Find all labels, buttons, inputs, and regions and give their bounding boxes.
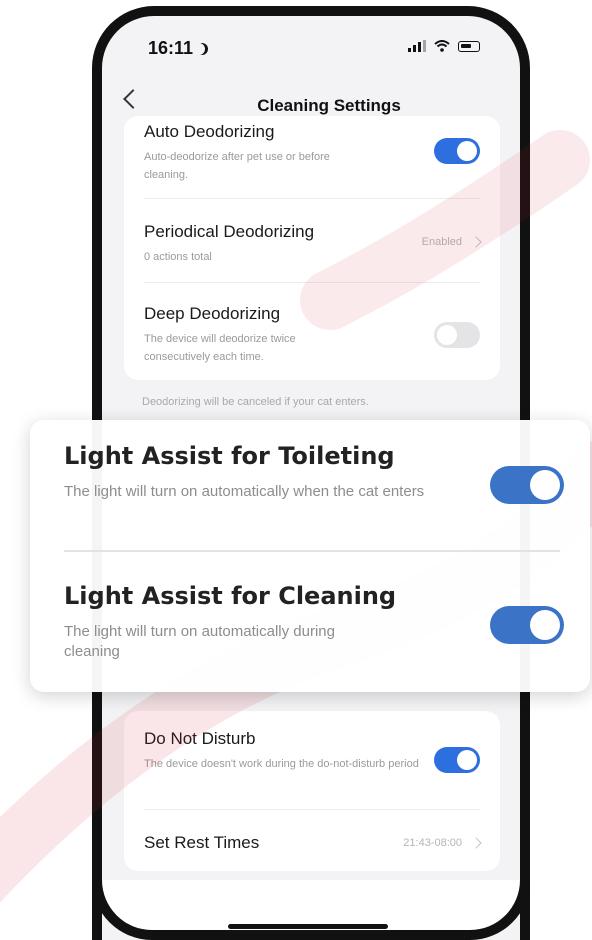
light-assist-toileting-title: Light Assist for Toileting xyxy=(64,442,395,470)
divider xyxy=(64,550,560,552)
divider xyxy=(144,809,480,810)
status-icons xyxy=(408,40,480,52)
do-not-disturb-toggle[interactable] xyxy=(434,747,480,773)
row-desc: 0 actions total xyxy=(144,251,212,263)
deep-deodorizing-row: Deep Deodorizing The device will deodori… xyxy=(144,304,480,366)
status-bar: 16:11 xyxy=(102,16,520,72)
wifi-icon xyxy=(434,40,450,52)
row-desc: The device doesn't work during the do-no… xyxy=(144,758,419,770)
rest-card: Do Not Disturb The device doesn't work d… xyxy=(124,711,500,871)
value-label: Enabled xyxy=(421,236,462,248)
footnote: Deodorizing will be canceled if your cat… xyxy=(142,396,369,408)
light-assist-toileting-desc: The light will turn on automatically whe… xyxy=(64,483,425,500)
divider xyxy=(144,198,480,199)
auto-deodorizing-toggle[interactable] xyxy=(434,138,480,164)
deodorizing-card: Auto Deodorizing Auto-deodorize after pe… xyxy=(124,116,500,380)
row-desc: Auto-deodorize after pet use or before c… xyxy=(144,151,330,181)
light-assist-cleaning-toggle[interactable] xyxy=(490,606,564,644)
page-title: Cleaning Settings xyxy=(257,96,401,115)
light-assist-cleaning-desc: The light will turn on automatically dur… xyxy=(64,623,335,660)
light-assist-cleaning-title: Light Assist for Cleaning xyxy=(64,582,397,610)
battery-icon xyxy=(458,40,480,52)
light-assist-toileting-toggle[interactable] xyxy=(490,466,564,504)
status-time-label: 16:11 xyxy=(148,38,194,58)
do-not-disturb-row: Do Not Disturb The device doesn't work d… xyxy=(144,729,480,773)
chevron-right-icon xyxy=(470,236,482,248)
row-title: Deep Deodorizing xyxy=(144,304,281,323)
phone-frame-bottom xyxy=(92,880,530,940)
screenshot: 16:11 Cleaning Settings Auto Deodorizing… xyxy=(0,0,592,940)
periodical-deodorizing-value[interactable]: Enabled xyxy=(421,236,482,248)
row-desc: The device will deodorize twice consecut… xyxy=(144,333,296,363)
moon-icon xyxy=(196,43,208,55)
row-title: Auto Deodorizing xyxy=(144,122,275,141)
signal-icon xyxy=(408,40,426,52)
auto-deodorizing-row: Auto Deodorizing Auto-deodorize after pe… xyxy=(144,122,480,184)
value-label: 21:43-08:00 xyxy=(403,837,462,849)
rest-times-value[interactable]: 21:43-08:00 xyxy=(403,837,482,849)
chevron-right-icon xyxy=(470,837,482,849)
row-title: Do Not Disturb xyxy=(144,729,256,748)
status-time: 16:11 xyxy=(148,38,208,59)
light-assist-popup: Light Assist for Toileting The light wil… xyxy=(30,420,590,692)
home-indicator xyxy=(228,924,388,929)
deep-deodorizing-toggle[interactable] xyxy=(434,322,480,348)
divider xyxy=(144,282,480,283)
